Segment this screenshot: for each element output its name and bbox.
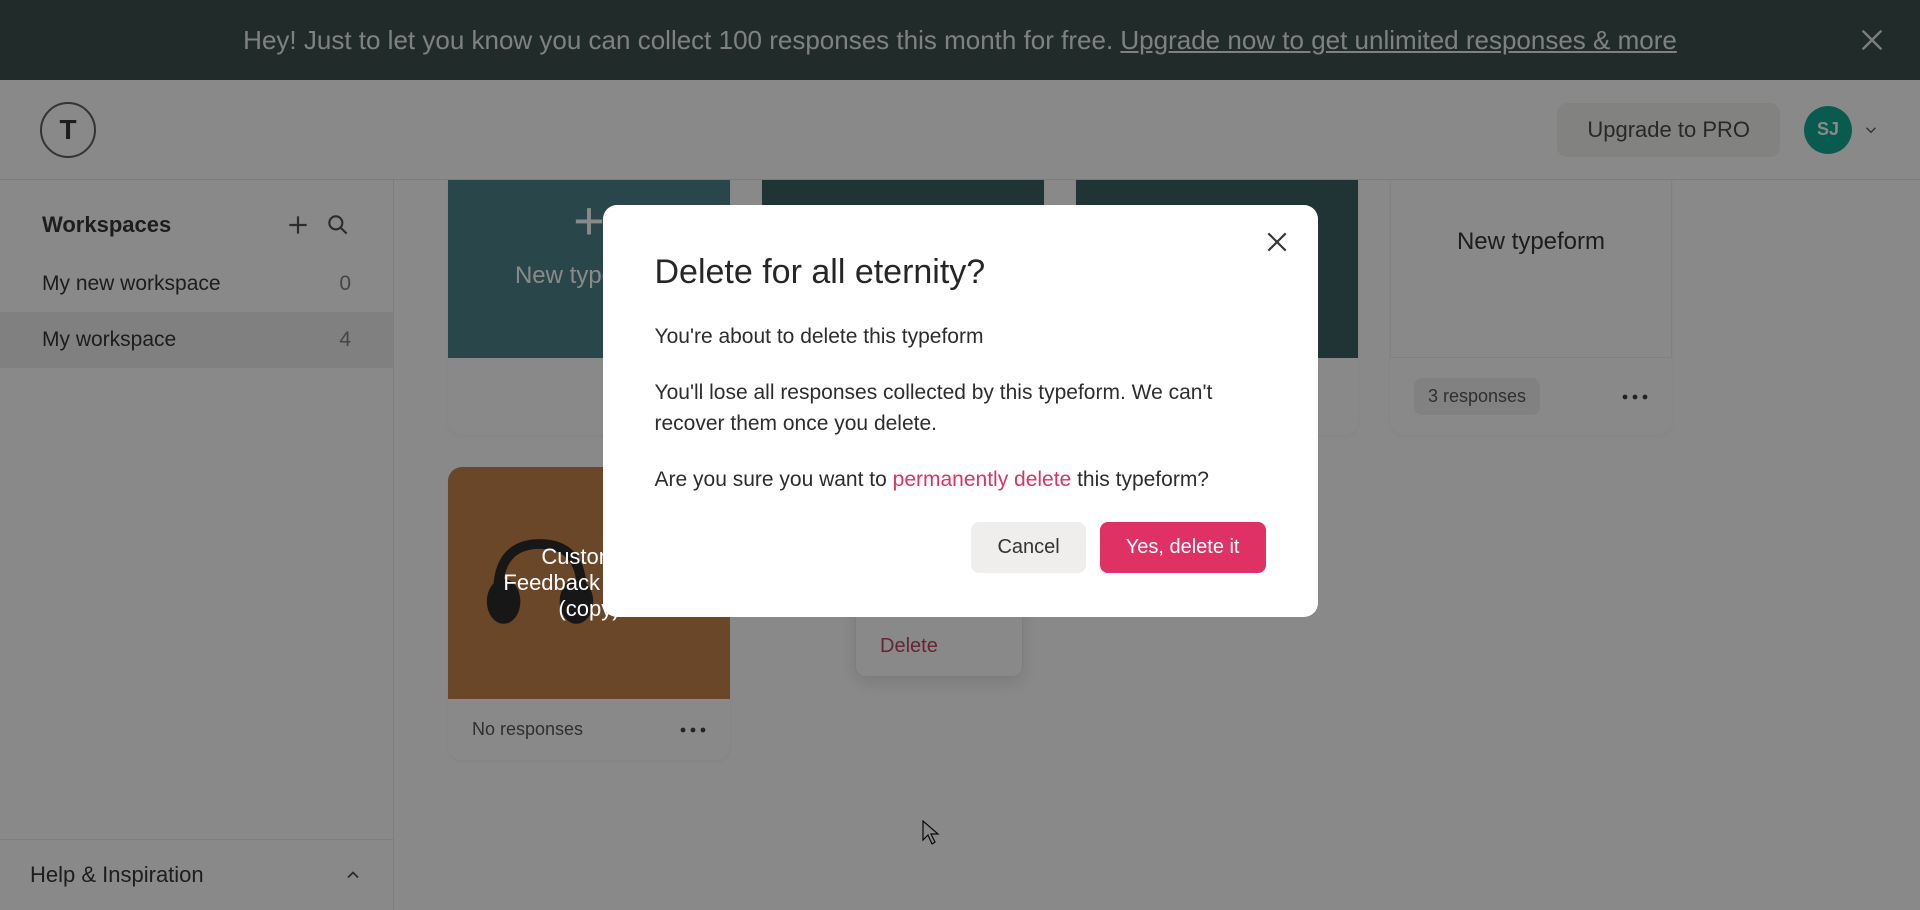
close-icon[interactable]	[1264, 229, 1290, 255]
modal-overlay[interactable]: Delete for all eternity? You're about to…	[0, 0, 1920, 910]
modal-actions: Cancel Yes, delete it	[655, 522, 1266, 573]
modal-title: Delete for all eternity?	[655, 253, 1266, 292]
cancel-button[interactable]: Cancel	[971, 522, 1085, 573]
modal-text-2: You'll lose all responses collected by t…	[655, 378, 1266, 439]
modal-text-3: Are you sure you want to permanently del…	[655, 465, 1266, 495]
permanently-delete-text: permanently delete	[893, 468, 1072, 491]
modal-text-1: You're about to delete this typeform	[655, 322, 1266, 352]
confirm-delete-button[interactable]: Yes, delete it	[1100, 522, 1266, 573]
card-title: Customer Feedback Survey (copy)	[503, 544, 674, 622]
delete-confirm-modal: Delete for all eternity? You're about to…	[603, 205, 1318, 617]
